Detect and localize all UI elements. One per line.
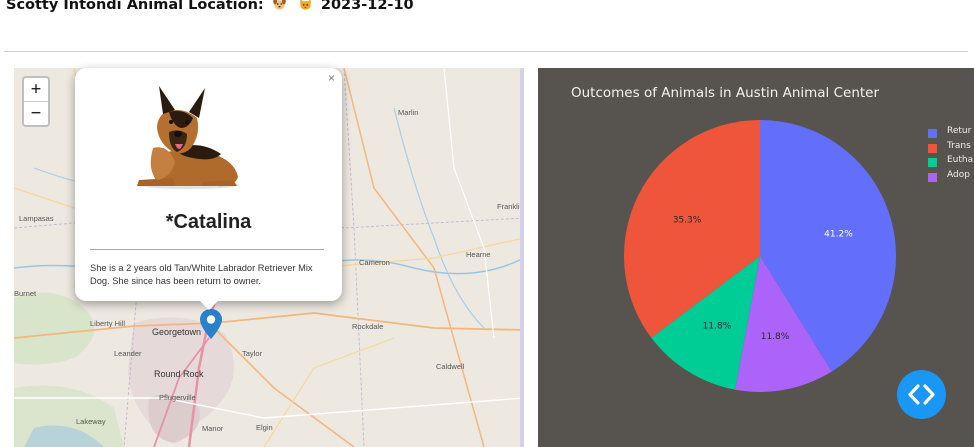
map-label-cameron: Cameron	[359, 258, 390, 267]
outcome-chart-panel: Outcomes of Animals in Austin Animal Cen…	[538, 68, 974, 447]
map-label-marlin: Marlin	[398, 108, 419, 117]
page-header: Scotty Intondi Animal Location: 2023-12-…	[6, 0, 414, 13]
map-label-georgetown: Georgetown	[152, 327, 202, 337]
code-brackets-icon	[908, 384, 935, 405]
pie-label-eutha: 11.8%	[703, 321, 732, 331]
map-label-round-rock: Round Rock	[154, 369, 204, 379]
map-label-lampasas: Lampasas	[19, 214, 54, 223]
legend-label: Trans	[947, 140, 971, 151]
legend-swatch	[928, 129, 937, 138]
map-label-rockdale: Rockdale	[352, 322, 384, 331]
map-label-manor: Manor	[202, 424, 224, 433]
header-title: Scotty Intondi Animal Location:	[6, 0, 264, 13]
legend-label: Adop	[947, 169, 970, 180]
map-label-burnet: Burnet	[14, 289, 37, 298]
map-label-hearne: Hearne	[466, 250, 491, 259]
dog-photo	[137, 86, 239, 189]
legend-swatch	[928, 172, 937, 182]
dog-face-emoji-icon	[272, 0, 286, 10]
nav-toggle-button[interactable]	[897, 370, 946, 419]
pie-label-trans: 35.3%	[673, 216, 702, 226]
legend-swatch	[928, 158, 937, 167]
map-label-franklin: Frankli	[497, 202, 520, 211]
zoom-control: + −	[22, 76, 50, 127]
popup-divider	[90, 249, 324, 250]
map-label-pflugerville: Pflugerville	[159, 393, 196, 402]
map-label-lakeway: Lakeway	[76, 417, 106, 426]
legend-swatch	[928, 143, 937, 153]
zoom-out-button[interactable]: −	[24, 102, 48, 125]
cat-face-emoji-icon	[300, 0, 311, 10]
map-popup: × *Catalina She is a 2 years old Tan/Whi…	[75, 68, 342, 310]
map-label-caldwell: Caldwell	[436, 362, 465, 371]
pie-label-retur: 41.2%	[824, 230, 853, 240]
map-marker-icon[interactable]	[200, 309, 222, 339]
map-label-liberty-hill: Liberty Hill	[90, 319, 126, 328]
header-divider	[4, 51, 968, 52]
pie-label-adop: 11.8%	[761, 332, 790, 342]
animal-name: *Catalina	[165, 211, 252, 233]
zoom-in-button[interactable]: +	[24, 78, 48, 102]
header-date: 2023-12-10	[320, 0, 414, 13]
legend-label: Eutha	[947, 155, 974, 165]
map-label-leander: Leander	[114, 349, 142, 358]
map-label-taylor: Taylor	[242, 349, 263, 358]
legend-label: Retur	[947, 126, 972, 136]
map-label-elgin: Elgin	[256, 423, 273, 432]
popup-tip	[199, 300, 219, 310]
animal-description: She is a 2 years old Tan/White Labrador …	[90, 263, 313, 286]
popup-close-button[interactable]: ×	[328, 71, 335, 85]
